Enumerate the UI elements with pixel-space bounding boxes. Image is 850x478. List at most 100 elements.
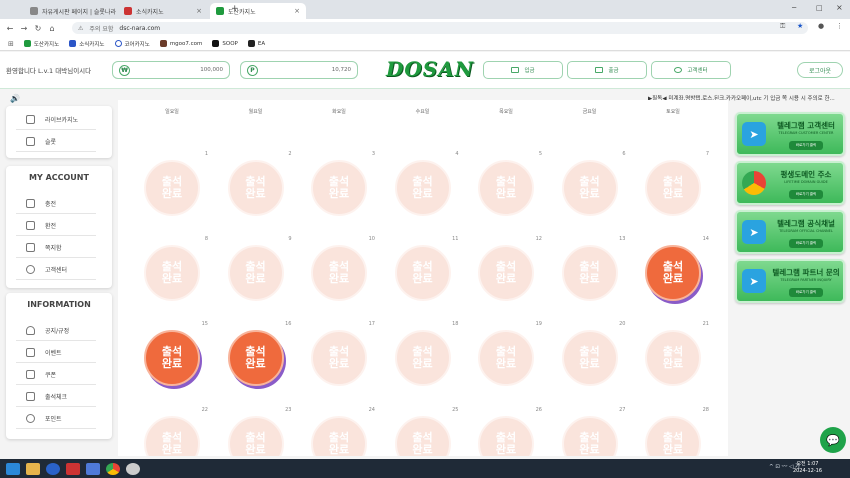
attendance-stamp-faded: 출석 완료	[394, 330, 451, 386]
maximize-button[interactable]: □	[816, 4, 823, 12]
app-icon[interactable]	[86, 462, 100, 475]
sidebar-item-notice[interactable]: 공지/규정	[16, 321, 96, 341]
stamp-text: 완료	[245, 187, 266, 200]
calendar-day-number: 6	[622, 151, 626, 157]
telegram-icon: ➤	[742, 220, 766, 244]
stamp-text: 완료	[161, 187, 183, 200]
sidebar-item-event[interactable]: 이벤트	[16, 343, 96, 363]
bookmark-item[interactable]: mgoo7.com	[159, 40, 202, 47]
calendar-day-number: 26	[535, 407, 542, 413]
key-icon[interactable]: ⚿	[780, 22, 785, 31]
apps-grid-icon[interactable]: ⊞	[8, 40, 14, 48]
chat-bubble-button[interactable]: 💬	[820, 427, 846, 453]
profile-icon[interactable]: ●	[818, 22, 824, 30]
stamp-text: 완료	[579, 187, 600, 200]
attendance-stamp-completed: 출석 완료	[645, 245, 701, 301]
sidebar-item-charge[interactable]: 충전	[16, 194, 96, 214]
telegram-support-banner[interactable]: ➤ 텔레그램 고객센터 TELEGRAM CUSTOMER CENTER 바로가…	[735, 112, 845, 156]
bookmark-item[interactable]: SOOP	[212, 40, 238, 47]
calendar-day-number: 27	[619, 407, 626, 413]
sidebar-item-attendance[interactable]: 출석체크	[16, 387, 96, 407]
stamp-text: 완료	[328, 272, 350, 285]
sidebar-item-point[interactable]: 포인트	[16, 409, 96, 429]
telegram-channel-banner[interactable]: ➤ 텔레그램 공식채널 TELEGRAM OFFICIAL CHANNEL 바로…	[735, 210, 845, 254]
stamp-text: 완료	[161, 357, 183, 370]
start-icon[interactable]	[6, 462, 20, 475]
message-icon	[26, 243, 35, 252]
chrome-icon[interactable]	[106, 462, 120, 475]
calendar-day-number: 20	[619, 321, 626, 327]
sidebar-item-messages[interactable]: 쪽지함	[16, 238, 96, 258]
bookmark-item[interactable]: 코어카지노	[114, 40, 150, 48]
logout-button[interactable]: 로그아웃	[797, 62, 843, 78]
sidebar-item-coupon[interactable]: 쿠폰	[16, 365, 96, 385]
calendar-day-number: 21	[702, 321, 709, 327]
new-tab-button[interactable]: +	[231, 4, 239, 14]
minimize-button[interactable]: ─	[792, 4, 796, 12]
go-button[interactable]: 바로가기 클릭	[789, 288, 823, 297]
attendance-stamp-faded: 출석 완료	[478, 245, 534, 301]
attendance-stamp-faded: 출석 완료	[645, 416, 701, 456]
telegram-partner-banner[interactable]: ➤ 텔레그램 파트너 문의 TELEGRAM PARTNER INQUIRY 바…	[735, 259, 845, 303]
security-chip[interactable]: 주의 요함	[89, 24, 113, 33]
sidebar-item-slot[interactable]: 슬롯	[16, 132, 96, 152]
app-icon[interactable]	[46, 462, 60, 475]
bookmark-item[interactable]: EA	[247, 40, 265, 47]
reload-icon[interactable]: ↻	[31, 24, 45, 33]
browser-tab-1[interactable]: 자유게시판 페이지 | 슬롯나라 ×	[24, 3, 116, 19]
attendance-stamp-faded: 출석 완료	[561, 245, 618, 301]
slot-icon	[26, 137, 35, 146]
browser-tab-3-active[interactable]: 도산카지노 ×	[210, 3, 306, 19]
sidebar-item-exchange[interactable]: 환전	[16, 216, 96, 236]
calendar-day-number: 17	[368, 321, 375, 327]
go-button[interactable]: 바로가기 클릭	[789, 239, 823, 248]
go-button[interactable]: 바로가기 클릭	[789, 141, 823, 150]
attendance-stamp-faded: 출석 완료	[144, 416, 200, 456]
lifetime-domain-banner[interactable]: 평생도메인 주소 LIFETIME DOMAIN GUIDE 바로가기 클릭	[735, 161, 845, 205]
bookmark-item[interactable]: 소식카지노	[69, 40, 105, 48]
close-tab-icon[interactable]: ×	[196, 7, 202, 15]
attendance-stamp-faded: 출석 완료	[311, 416, 367, 456]
stamp-text: 완료	[579, 357, 600, 370]
dosan-logo[interactable]: DOSAN	[386, 57, 474, 81]
forward-arrow-icon[interactable]: →	[17, 24, 31, 33]
stamp-text: 완료	[495, 187, 517, 200]
wallet-icon	[26, 199, 35, 208]
back-arrow-icon[interactable]: ←	[3, 24, 17, 33]
sidebar-item-support[interactable]: 고객센터	[16, 260, 96, 280]
close-window-button[interactable]: ×	[836, 3, 843, 12]
stamp-text: 완료	[495, 272, 517, 285]
app-icon[interactable]	[126, 462, 140, 475]
stamp-text: 완료	[328, 443, 350, 456]
calendar-day-number: 11	[452, 236, 459, 242]
attendance-stamp-faded: 출석 완료	[311, 330, 367, 386]
attendance-stamp-faded: 출석 완료	[478, 330, 534, 386]
browser-tab-2[interactable]: 소식카지노 ×	[118, 3, 208, 19]
file-explorer-icon[interactable]	[26, 462, 40, 475]
calendar-day-number: 12	[535, 236, 542, 242]
address-input[interactable]: ⚠ 주의 요함 dsc-nara.com	[72, 22, 808, 34]
site-header: 환영합니다 L.v.1 대박님이시다 ₩ 100,000 P 10,720 DO…	[0, 52, 850, 89]
weekday-header: 금요일	[582, 109, 597, 115]
support-button[interactable]: 고객센터	[651, 61, 731, 79]
go-button[interactable]: 바로가기 클릭	[789, 190, 823, 199]
tab-label: 자유게시판 페이지 | 슬롯나라	[42, 8, 116, 16]
stamp-text: 완료	[495, 443, 517, 456]
withdraw-button[interactable]: 출금	[567, 61, 647, 79]
menu-dots-icon[interactable]: ⋮	[836, 22, 843, 30]
taskbar-clock[interactable]: 오전 1:07 2024-12-16	[793, 461, 822, 475]
tab-favicon-icon	[30, 7, 38, 15]
tab-label: 소식카지노	[136, 8, 164, 16]
bookmark-item[interactable]: 도산카지노	[23, 40, 59, 48]
calendar-day-number: 1	[204, 151, 208, 157]
home-icon[interactable]: ⌂	[45, 24, 59, 33]
attendance-stamp-completed: 출석 완료	[144, 330, 200, 386]
close-tab-icon[interactable]: ×	[294, 7, 300, 15]
app-icon[interactable]	[66, 462, 80, 475]
sidebar-item-live-casino[interactable]: 라이브카지노	[16, 110, 96, 130]
calendar-day-number: 16	[285, 321, 292, 327]
bookmark-star-icon[interactable]: ★	[797, 22, 803, 30]
attendance-stamp-faded: 출석 완료	[311, 245, 367, 301]
deposit-button[interactable]: 입금	[483, 61, 563, 79]
attendance-stamp-faded: 출석 완료	[478, 160, 534, 216]
